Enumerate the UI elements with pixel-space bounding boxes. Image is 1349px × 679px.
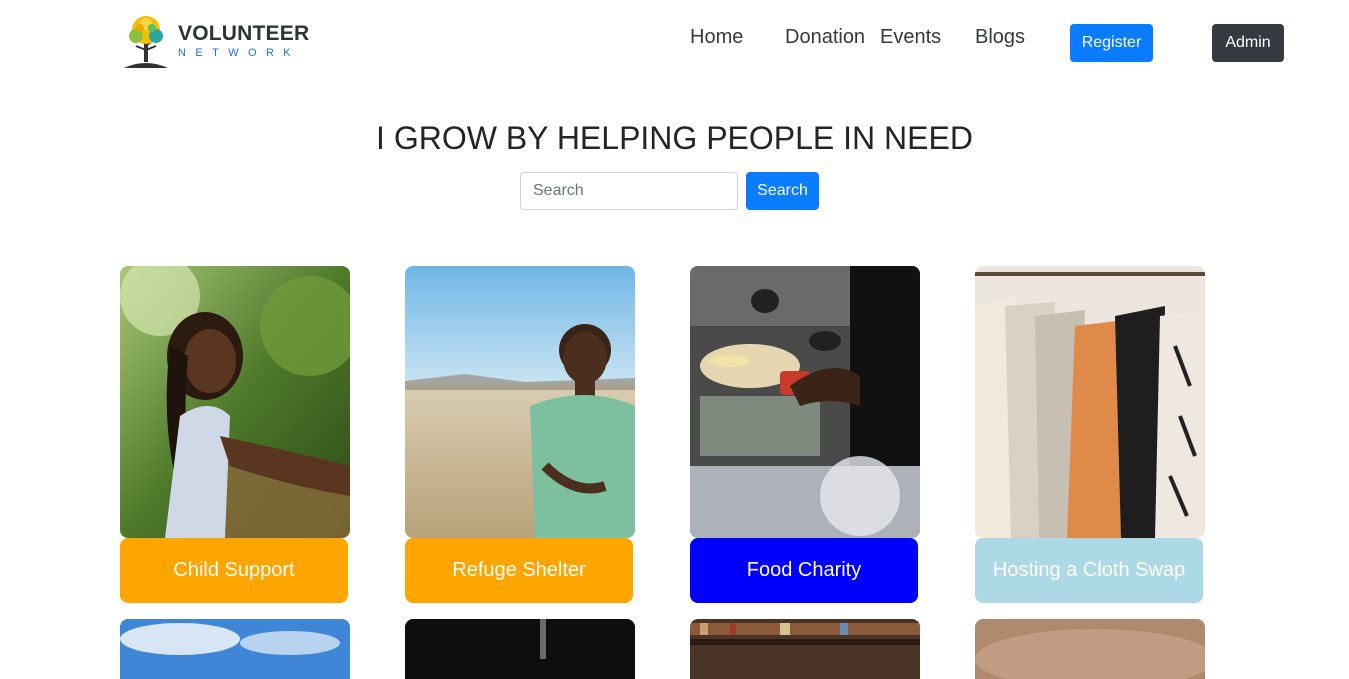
brand-logo[interactable]: VOLUNTEER NETWORK — [122, 14, 322, 70]
search-input[interactable] — [520, 172, 738, 210]
card-label[interactable]: Refuge Shelter — [405, 538, 633, 603]
hero-title: I GROW BY HELPING PEOPLE IN NEED — [376, 120, 973, 156]
nav-home-link[interactable]: Home — [690, 24, 743, 50]
search-button[interactable]: Search — [746, 172, 819, 210]
refuge-shelter-image — [405, 266, 635, 538]
nav-donation-link[interactable]: Donation — [785, 24, 865, 50]
nav-blogs-link[interactable]: Blogs — [975, 24, 1025, 50]
sky-image — [120, 619, 350, 679]
card-label[interactable]: Child Support — [120, 538, 348, 603]
nav-events-link[interactable]: Events — [880, 24, 941, 50]
card-label[interactable]: Hosting a Cloth Swap — [975, 538, 1203, 603]
cloth-swap-image — [975, 266, 1205, 538]
beige-image — [975, 619, 1205, 679]
child-support-image — [120, 266, 350, 538]
admin-button[interactable]: Admin — [1212, 24, 1284, 62]
brand-title: VOLUNTEER — [178, 22, 310, 45]
food-charity-image — [690, 266, 920, 538]
card-label[interactable]: Food Charity — [690, 538, 918, 603]
brand-subtitle: NETWORK — [178, 47, 301, 59]
library-image — [690, 619, 920, 679]
dark-image — [405, 619, 635, 679]
tree-logo-icon — [124, 16, 168, 68]
register-button[interactable]: Register — [1070, 24, 1153, 62]
